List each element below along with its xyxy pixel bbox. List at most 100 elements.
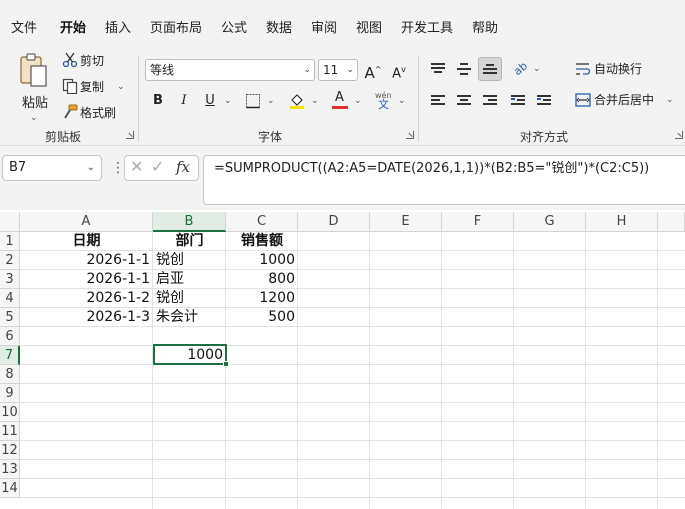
align-center-button[interactable]	[453, 90, 475, 112]
row-header-4[interactable]: 4	[0, 289, 20, 308]
align-top-icon	[431, 63, 445, 75]
alignment-launcher-icon[interactable]	[675, 131, 683, 139]
row-header-2[interactable]: 2	[0, 251, 20, 270]
menu-file[interactable]: 文件	[11, 20, 37, 38]
bold-button[interactable]: B	[147, 90, 169, 112]
formula-input[interactable]: =SUMPRODUCT((A2:A5=DATE(2026,1,1))*(B2:B…	[203, 155, 685, 205]
clipboard-launcher-icon[interactable]	[126, 131, 134, 139]
insert-function-icon[interactable]: fx	[176, 158, 190, 176]
underline-dropdown-icon[interactable]: ⌄	[224, 90, 232, 112]
worksheet-grid: A B C D E F G H 1 2 3 4 5 6 7 8 9 10 11 …	[0, 210, 685, 509]
menu-page-layout[interactable]: 页面布局	[150, 20, 202, 38]
name-box-dropdown-icon[interactable]: ⌄	[87, 156, 95, 180]
cell-a4[interactable]: 2026-1-2	[20, 289, 153, 308]
underline-button[interactable]: U	[199, 90, 221, 112]
font-name-select[interactable]: 等线 ⌄	[145, 59, 315, 81]
column-header-a[interactable]: A	[20, 212, 153, 232]
row-header-7[interactable]: 7	[0, 346, 20, 365]
paste-dropdown-icon[interactable]: ⌄	[30, 110, 38, 126]
font-launcher-icon[interactable]	[406, 131, 414, 139]
formula-controls: ✕ ✓ fx	[124, 155, 199, 181]
paste-button[interactable]: 粘贴 ⌄	[16, 50, 52, 123]
row-header-9[interactable]: 9	[0, 384, 20, 403]
cell-a3[interactable]: 2026-1-1	[20, 270, 153, 289]
cell-c2[interactable]: 1000	[226, 251, 298, 270]
copy-dropdown-icon[interactable]: ⌄	[117, 79, 125, 95]
row-header-3[interactable]: 3	[0, 270, 20, 289]
phonetic-guide-button[interactable]: wén 文	[373, 90, 397, 112]
align-left-button[interactable]	[427, 90, 449, 112]
decrease-font-size-button[interactable]: Av	[388, 59, 410, 81]
row-header-10[interactable]: 10	[0, 403, 20, 422]
cell-c3[interactable]: 800	[226, 270, 298, 289]
borders-dropdown-icon[interactable]: ⌄	[267, 90, 275, 112]
align-right-button[interactable]	[479, 90, 501, 112]
column-header-h[interactable]: H	[586, 212, 658, 232]
menu-help[interactable]: 帮助	[472, 20, 498, 38]
select-all-corner[interactable]	[0, 212, 20, 232]
column-header-g[interactable]: G	[514, 212, 586, 232]
row-header-1[interactable]: 1	[0, 232, 20, 251]
merge-center-dropdown-icon[interactable]: ⌄	[666, 92, 674, 108]
column-header-d[interactable]: D	[298, 212, 370, 232]
align-middle-button[interactable]	[453, 58, 475, 80]
orientation-dropdown-icon[interactable]: ⌄	[533, 58, 541, 80]
column-header-f[interactable]: F	[442, 212, 514, 232]
cell-b3[interactable]: 启亚	[153, 270, 226, 289]
menu-formulas[interactable]: 公式	[221, 20, 247, 38]
merge-center-button[interactable]: 合并后居中 ⌄	[574, 91, 684, 111]
enter-icon[interactable]: ✓	[151, 157, 164, 176]
font-name-dropdown-icon: ⌄	[303, 65, 311, 75]
column-header-c[interactable]: C	[226, 212, 298, 232]
increase-font-size-button[interactable]: A^	[362, 59, 384, 82]
cell-c1[interactable]: 销售额	[226, 232, 298, 251]
font-color-button[interactable]: A	[329, 90, 351, 112]
align-top-button[interactable]	[427, 58, 449, 80]
copy-button[interactable]: 复制 ⌄	[60, 78, 128, 96]
cell-c5[interactable]: 500	[226, 308, 298, 327]
decrease-indent-button[interactable]	[507, 90, 529, 112]
column-header-i[interactable]	[658, 212, 685, 232]
align-bottom-button[interactable]	[478, 57, 502, 81]
row-header-5[interactable]: 5	[0, 308, 20, 327]
cell-b4[interactable]: 锐创	[153, 289, 226, 308]
cell-b1[interactable]: 部门	[153, 232, 226, 251]
row-header-11[interactable]: 11	[0, 422, 20, 441]
fill-handle[interactable]	[223, 361, 229, 367]
cell-a5[interactable]: 2026-1-3	[20, 308, 153, 327]
menu-review[interactable]: 审阅	[311, 20, 337, 38]
fill-bucket-icon	[290, 94, 304, 109]
menu-data[interactable]: 数据	[266, 20, 292, 38]
row-header-12[interactable]: 12	[0, 441, 20, 460]
cell-b5[interactable]: 朱会计	[153, 308, 226, 327]
wrap-text-button[interactable]: 自动换行	[574, 60, 654, 80]
column-header-b[interactable]: B	[153, 212, 226, 232]
name-box[interactable]: B7 ⌄	[2, 155, 102, 181]
more-options-icon[interactable]: ⋮	[111, 159, 125, 177]
column-header-e[interactable]: E	[370, 212, 442, 232]
fill-color-button[interactable]	[286, 90, 308, 112]
cell-a2[interactable]: 2026-1-1	[20, 251, 153, 270]
cut-button[interactable]: 剪切	[60, 52, 120, 70]
cell-b2[interactable]: 锐创	[153, 251, 226, 270]
increase-indent-button[interactable]	[533, 90, 555, 112]
font-color-dropdown-icon[interactable]: ⌄	[354, 90, 362, 112]
row-header-6[interactable]: 6	[0, 327, 20, 346]
font-size-select[interactable]: 11 ⌄	[318, 59, 358, 81]
orientation-button[interactable]: ab	[510, 58, 532, 80]
format-painter-button[interactable]: 格式刷	[60, 104, 128, 122]
menu-insert[interactable]: 插入	[105, 20, 131, 38]
row-header-8[interactable]: 8	[0, 365, 20, 384]
fill-color-dropdown-icon[interactable]: ⌄	[311, 90, 319, 112]
menu-developer[interactable]: 开发工具	[401, 20, 453, 38]
cell-c4[interactable]: 1200	[226, 289, 298, 308]
menu-view[interactable]: 视图	[356, 20, 382, 38]
menu-home[interactable]: 开始	[60, 20, 86, 38]
row-header-14[interactable]: 14	[0, 479, 20, 498]
borders-button[interactable]	[242, 90, 264, 112]
phonetic-dropdown-icon[interactable]: ⌄	[398, 90, 406, 112]
italic-button[interactable]: I	[173, 90, 195, 112]
cell-a1[interactable]: 日期	[20, 232, 153, 251]
cancel-icon[interactable]: ✕	[130, 157, 143, 176]
row-header-13[interactable]: 13	[0, 460, 20, 479]
